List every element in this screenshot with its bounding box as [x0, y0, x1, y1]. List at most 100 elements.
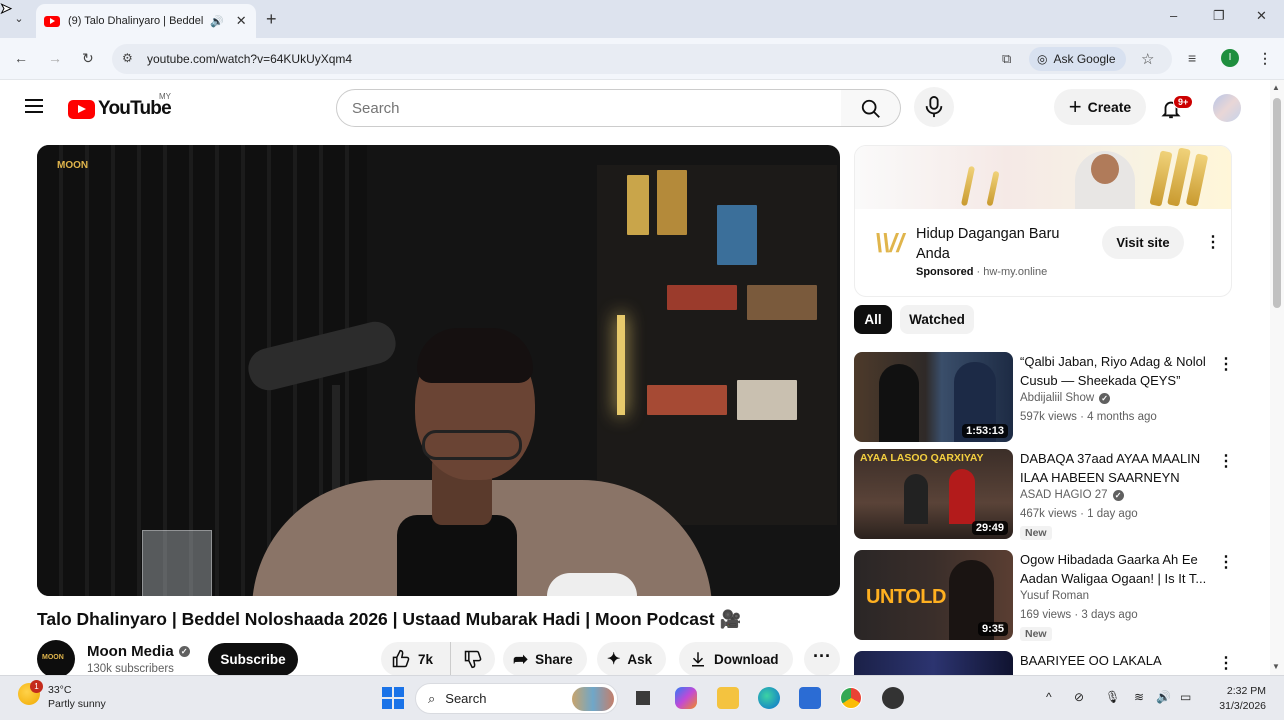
network-off-icon[interactable]: ⊘ [1074, 690, 1084, 704]
visit-site-button[interactable]: Visit site [1102, 226, 1184, 259]
download-button[interactable]: Download [679, 642, 793, 676]
page-scrollbar[interactable]: ▲ ▼ [1270, 80, 1284, 675]
microsoft-store-icon[interactable] [799, 687, 821, 709]
back-arrow-icon[interactable]: ← [14, 50, 28, 66]
scrollbar-thumb[interactable] [1273, 98, 1281, 308]
lamp [617, 315, 625, 415]
reading-list-icon[interactable]: ≡ [1188, 50, 1196, 66]
video-channel[interactable]: ASAD HAGIO 27 [1020, 489, 1108, 501]
maximize-button[interactable]: ❐ [1213, 8, 1225, 24]
country-code: MY [159, 92, 171, 101]
file-explorer-icon[interactable] [717, 687, 739, 709]
video-title[interactable]: BAARIYEE OO LAKALA TUURAY [1020, 651, 1212, 675]
video-player[interactable]: MOON [37, 145, 840, 596]
like-button[interactable]: 7k [381, 642, 451, 676]
video-menu-icon[interactable]: ⋮ [1218, 552, 1234, 572]
video-menu-icon[interactable]: ⋮ [1218, 354, 1234, 374]
video-menu-icon[interactable]: ⋮ [1218, 653, 1234, 673]
scroll-up-arrow-icon[interactable]: ▲ [1272, 83, 1280, 92]
weather-widget[interactable]: 1 33°C Partly sunny [18, 680, 106, 711]
site-info-icon[interactable]: ⚙ [122, 51, 133, 65]
video-duration: 29:49 [971, 521, 1008, 535]
minimize-button[interactable]: – [1170, 8, 1177, 23]
youtube-logo[interactable]: YouTube MY [68, 92, 172, 120]
notification-badge: 9+ [1173, 95, 1194, 109]
search-input[interactable] [352, 100, 812, 117]
task-view-icon[interactable] [632, 687, 654, 709]
ad-title[interactable]: Hidup Dagangan Baru Anda [916, 224, 1086, 264]
sponsored-ad-card[interactable]: \\// Hidup Dagangan Baru Anda Sponsored … [854, 145, 1232, 297]
more-actions-icon[interactable]: ··· [804, 642, 840, 676]
chip-watched[interactable]: Watched [900, 305, 974, 334]
close-window-button[interactable]: ✕ [1256, 8, 1267, 24]
video-channel[interactable]: Yusuf Roman [1020, 590, 1089, 602]
video-thumbnail[interactable]: UNTOLD 9:35 [854, 550, 1013, 640]
tab-close-icon[interactable]: ✕ [236, 13, 247, 29]
share-button[interactable]: ➦ Share [503, 642, 587, 676]
bookmark-star-icon[interactable]: ☆ [1141, 50, 1154, 68]
browser-tab-active[interactable]: (9) Talo Dhalinyaro | Beddel 🔊 ✕ [36, 4, 256, 38]
audio-playing-icon[interactable]: 🔊 [210, 15, 224, 28]
chrome-icon[interactable] [840, 687, 862, 709]
download-icon [692, 652, 704, 667]
copilot-icon[interactable] [675, 687, 697, 709]
account-avatar[interactable] [1213, 94, 1241, 122]
taskbar-search-label: Search [445, 691, 487, 706]
tray-overflow-icon[interactable]: ^ [1046, 690, 1052, 704]
edge-browser-icon[interactable] [758, 687, 780, 709]
channel-name[interactable]: Moon Media [87, 643, 174, 660]
recommended-video[interactable]: UNTOLD 9:35 Ogow Hibadada Gaarka Ah Ee A… [854, 550, 1234, 642]
share-label: Share [535, 651, 573, 667]
channel-avatar[interactable] [37, 640, 75, 678]
system-clock[interactable]: 2:32 PM 31/3/2026 [1210, 684, 1266, 714]
video-title[interactable]: DABAQA 37aad AYAA MAALIN ILAA HABEEN SAA… [1020, 449, 1212, 487]
video-thumbnail[interactable]: 1:53:13 [854, 352, 1013, 442]
recording-app-icon[interactable] [882, 687, 904, 709]
microphone-icon[interactable]: 🎙 [1105, 690, 1120, 704]
start-button[interactable] [382, 687, 404, 709]
video-thumbnail[interactable]: AYAA LASOO QARXIYAY 29:49 [854, 449, 1013, 539]
create-button[interactable]: + Create [1054, 89, 1146, 125]
taskbar-search[interactable]: ⌕ Search [415, 683, 618, 714]
ad-sponsored-line: Sponsored · hw-my.online [916, 266, 1047, 278]
recommended-video[interactable]: BAARIYEE OO LAKALA TUURAY ⋮ [854, 651, 1234, 675]
dislike-button[interactable] [451, 642, 495, 676]
subscriber-count: 130k subscribers [87, 663, 174, 675]
scroll-down-arrow-icon[interactable]: ▼ [1272, 662, 1280, 671]
reload-icon[interactable]: ↻ [82, 50, 94, 67]
video-channel-row: ASAD HAGIO 27 ✓ [1020, 489, 1124, 501]
recommended-video[interactable]: 1:53:13 “Qalbi Jaban, Riyo Adag & Nolol … [854, 352, 1234, 444]
chip-all[interactable]: All [854, 305, 892, 334]
search-highlight-image [572, 687, 614, 711]
ask-google-button[interactable]: ◎ Ask Google [1029, 47, 1126, 71]
volume-icon[interactable]: 🔊 [1156, 690, 1171, 704]
weather-condition: Partly sunny [48, 698, 106, 710]
wifi-icon[interactable]: ≋ [1134, 690, 1144, 704]
channel-name-row[interactable]: Moon Media ✓ [87, 643, 190, 660]
thumbs-down-icon [464, 650, 482, 669]
video-channel[interactable]: Abdijaliil Show [1020, 392, 1094, 404]
ad-menu-icon[interactable]: ⋮ [1205, 232, 1221, 252]
battery-icon[interactable]: ▭ [1180, 690, 1191, 704]
subscribe-button[interactable]: Subscribe [208, 643, 298, 676]
windows-taskbar: 1 33°C Partly sunny ⌕ Search ^ ⊘ 🎙 ≋ 🔊 ▭… [0, 675, 1284, 720]
address-bar[interactable]: ⚙ youtube.com/watch?v=64KUkUyXqm4 ⧉ ◎ As… [112, 44, 1172, 74]
hamburger-menu-icon[interactable] [25, 99, 43, 117]
voice-search-button[interactable] [914, 87, 954, 127]
thumbs-up-icon [392, 649, 410, 668]
search-field[interactable] [336, 89, 842, 127]
cup [547, 573, 637, 596]
install-app-icon[interactable]: ⧉ [1002, 51, 1011, 67]
url-text[interactable]: youtube.com/watch?v=64KUkUyXqm4 [147, 52, 352, 66]
new-tab-button[interactable]: + [266, 9, 277, 29]
video-title[interactable]: “Qalbi Jaban, Riyo Adag & Nolol Cusub — … [1020, 352, 1212, 390]
ask-button[interactable]: ✦ Ask [597, 642, 667, 676]
video-thumbnail[interactable] [854, 651, 1013, 675]
forward-arrow-icon[interactable]: → [48, 50, 62, 66]
profile-avatar[interactable]: I [1221, 49, 1239, 67]
search-button[interactable] [841, 89, 901, 127]
recommended-video[interactable]: AYAA LASOO QARXIYAY 29:49 DABAQA 37aad A… [854, 449, 1234, 541]
browser-menu-icon[interactable]: ⋮ [1258, 50, 1272, 67]
video-menu-icon[interactable]: ⋮ [1218, 451, 1234, 471]
video-title[interactable]: Ogow Hibadada Gaarka Ah Ee Aadan Waligaa… [1020, 550, 1212, 588]
